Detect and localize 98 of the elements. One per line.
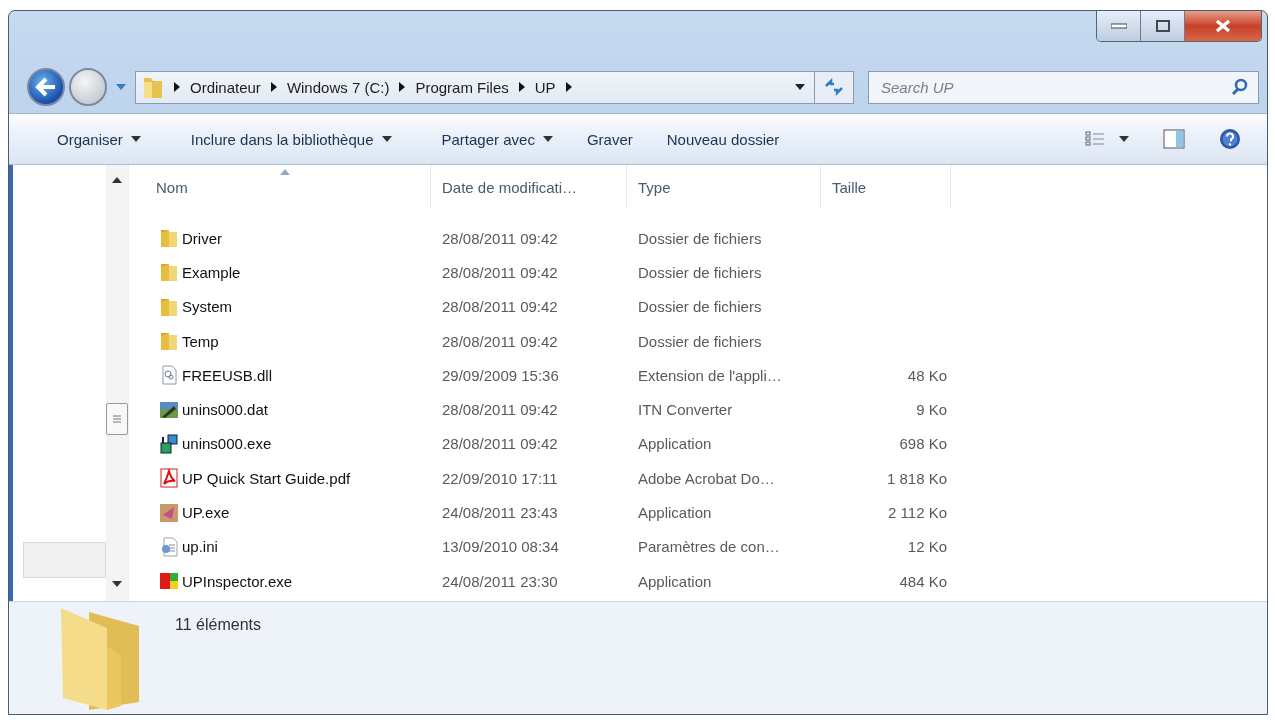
dropdown-icon[interactable] <box>794 83 806 91</box>
refresh-icon <box>824 78 844 96</box>
file-icon <box>159 502 179 523</box>
file-icon <box>159 571 179 592</box>
refresh-button[interactable] <box>814 70 854 104</box>
file-name[interactable]: UPInspector.exe <box>182 572 293 590</box>
file-name[interactable]: UP Quick Start Guide.pdf <box>182 469 351 487</box>
toolbar-button[interactable]: Partager avec <box>427 124 567 154</box>
close-button[interactable] <box>1185 11 1261 41</box>
scrollbar[interactable] <box>106 165 128 601</box>
scroll-down-icon[interactable] <box>112 581 122 587</box>
preview-pane-icon <box>1163 129 1185 149</box>
minimize-icon <box>1110 23 1127 29</box>
search-icon <box>1231 77 1249 96</box>
maximize-button[interactable] <box>1141 11 1185 41</box>
table-cell-text: Dossier de fichiers <box>637 332 763 350</box>
toolbar-button[interactable]: Graver <box>572 124 647 154</box>
toolbar-button[interactable]: Inclure dans la bibliothèque <box>176 124 406 154</box>
table-cell-text: 12 Ko <box>906 538 948 556</box>
breadcrumb-item[interactable]: Ordinateur <box>190 78 261 96</box>
table-cell-text: 28/08/2011 09:42 <box>441 298 559 316</box>
table-cell-text: Application <box>637 572 713 590</box>
close-icon <box>1215 19 1231 33</box>
file-name[interactable]: Temp <box>182 332 219 350</box>
file-name[interactable]: unins000.exe <box>182 435 272 453</box>
file-name[interactable]: unins000.dat <box>182 401 268 419</box>
breadcrumb-item[interactable]: Program Files <box>415 78 509 96</box>
table-cell-text: 28/08/2011 09:42 <box>441 263 559 281</box>
file-icon <box>159 399 179 420</box>
history-dropdown-icon[interactable] <box>115 83 127 91</box>
table-cell-text: 28/08/2011 09:42 <box>441 401 559 419</box>
table-cell-text: Dossier de fichiers <box>637 298 763 316</box>
file-name[interactable]: Example <box>182 263 241 281</box>
item-count: 11 éléments <box>175 616 261 634</box>
table-cell-text: 24/08/2011 23:30 <box>441 572 559 590</box>
chevron-icon[interactable] <box>269 82 278 92</box>
table-cell-text: 9 Ko <box>915 401 948 419</box>
table-cell-text: Extension de l'appli… <box>637 366 783 384</box>
column-header[interactable]: Taille <box>821 165 951 209</box>
column-header[interactable]: Nom <box>145 165 431 209</box>
file-icon <box>159 365 179 386</box>
table-cell-text: ITN Converter <box>637 401 734 419</box>
back-arrow-icon <box>35 77 57 97</box>
file-name[interactable]: up.ini <box>182 538 218 556</box>
caret-icon <box>542 136 553 142</box>
table-cell-text: Application <box>637 435 713 453</box>
table-cell-text: Paramètres de con… <box>637 538 781 556</box>
caret-icon <box>1119 136 1129 142</box>
table-cell-text: Dossier de fichiers <box>637 229 763 247</box>
table-cell-text: 484 Ko <box>898 572 948 590</box>
folder-icon <box>159 262 179 283</box>
search-field[interactable]: Search UP <box>868 70 1259 104</box>
table-cell-text: 48 Ko <box>906 366 948 384</box>
column-header[interactable]: Type <box>627 165 821 209</box>
folder-icon <box>159 228 179 249</box>
scrollbar-thumb[interactable] <box>106 403 128 435</box>
table-cell-text: Adobe Acrobat Do… <box>637 469 776 487</box>
toolbar-button[interactable]: Nouveau dossier <box>652 124 794 154</box>
table-cell-text: 1 818 Ko <box>885 469 948 487</box>
table-cell-text: Application <box>637 504 713 521</box>
grip-icon <box>113 414 121 424</box>
back-button[interactable] <box>27 68 65 106</box>
breadcrumb-item[interactable]: Windows 7 (C:) <box>286 78 390 96</box>
address-bar[interactable]: Ordinateur Windows 7 (C:) Program Files UP <box>135 70 815 104</box>
file-icon <box>159 433 179 454</box>
table-cell-text: 13/09/2010 08:34 <box>441 538 560 556</box>
folder-icon <box>159 296 179 317</box>
table-cell-text: 24/08/2011 23:43 <box>441 504 559 521</box>
breadcrumb-item[interactable]: UP <box>534 78 556 96</box>
file-name[interactable]: Driver <box>182 229 222 247</box>
chevron-icon[interactable] <box>517 82 526 92</box>
folder-icon <box>159 331 179 352</box>
file-name[interactable]: FREEUSB.dll <box>182 366 273 384</box>
file-name[interactable]: UP.exe <box>182 504 230 521</box>
file-icon <box>159 536 179 557</box>
table-cell-text: 2 112 Ko <box>887 504 948 521</box>
file-name[interactable]: System <box>182 298 232 316</box>
minimize-button[interactable] <box>1097 11 1141 41</box>
table-cell-text: 29/09/2009 15:36 <box>441 366 560 384</box>
scroll-up-icon[interactable] <box>112 177 122 183</box>
column-header[interactable]: Date de modificati… <box>431 165 627 209</box>
toolbar-button[interactable]: Organiser <box>43 124 155 154</box>
caret-icon <box>130 136 141 142</box>
help-icon <box>1219 128 1241 150</box>
table-cell-text: 698 Ko <box>898 435 948 453</box>
table-cell-text: 28/08/2011 09:42 <box>441 229 559 247</box>
maximize-icon <box>1155 20 1170 32</box>
file-icon <box>159 468 179 489</box>
chevron-icon[interactable] <box>398 82 407 92</box>
chevron-icon[interactable] <box>564 82 573 92</box>
sort-icon <box>279 169 290 175</box>
chevron-icon[interactable] <box>173 82 181 92</box>
table-cell-text: 28/08/2011 09:42 <box>441 332 559 350</box>
table-cell-text: 22/09/2010 17:11 <box>441 469 559 487</box>
table-cell-text: Dossier de fichiers <box>637 263 763 281</box>
table-cell-text: 28/08/2011 09:42 <box>441 435 559 453</box>
details-view-icon <box>1085 131 1105 147</box>
caret-icon <box>381 136 392 142</box>
